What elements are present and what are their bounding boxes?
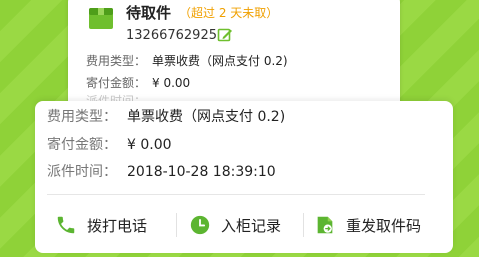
call-phone-button[interactable]: 拨打电话 bbox=[55, 207, 147, 243]
amount-row-back: 寄付金额： ¥ 0.00 bbox=[86, 74, 190, 91]
amount-label: 寄付金额： bbox=[86, 76, 147, 90]
parcel-box-icon bbox=[89, 8, 113, 29]
resend-pickup-code-label: 重发取件码 bbox=[346, 216, 422, 235]
action-separator bbox=[303, 213, 304, 237]
resend-pickup-code-button[interactable]: 重发取件码 bbox=[314, 207, 421, 243]
divider bbox=[47, 194, 425, 195]
fee-type-label: 费用类型： bbox=[47, 109, 117, 125]
amount-value: ¥ 0.00 bbox=[127, 137, 172, 153]
fee-type-row-back: 费用类型： 单票收费（网点支付 0.2) bbox=[86, 52, 288, 69]
status-title: 待取件 bbox=[126, 4, 172, 22]
resend-icon bbox=[317, 216, 333, 234]
fee-type-label: 费用类型： bbox=[86, 54, 147, 68]
locker-record-label: 入柜记录 bbox=[221, 216, 282, 235]
call-phone-label: 拨打电话 bbox=[87, 216, 148, 235]
dispatch-time-row: 派件时间： 2018-10-28 18:39:10 bbox=[47, 161, 276, 181]
phone-number: 13266762925 bbox=[126, 28, 217, 43]
fee-type-value: 单票收费（网点支付 0.2) bbox=[127, 109, 286, 125]
phone-icon bbox=[57, 216, 75, 234]
amount-value: ¥ 0.00 bbox=[152, 76, 191, 90]
amount-row: 寄付金额： ¥ 0.00 bbox=[47, 134, 172, 154]
overdue-note: （超过 2 天未取） bbox=[179, 6, 279, 20]
clock-icon bbox=[190, 215, 210, 235]
dispatch-time-label: 派件时间： bbox=[47, 164, 117, 180]
action-bar: 拨打电话 入柜记录 重发取件码 bbox=[35, 207, 453, 243]
action-separator bbox=[176, 213, 177, 237]
parcel-detail-card: 费用类型： 单票收费（网点支付 0.2) 寄付金额： ¥ 0.00 派件时间： 201… bbox=[35, 101, 453, 253]
dispatch-time-value: 2018-10-28 18:39:10 bbox=[127, 164, 276, 180]
locker-record-button[interactable]: 入柜记录 bbox=[189, 207, 281, 243]
fee-type-row: 费用类型： 单票收费（网点支付 0.2) bbox=[47, 106, 285, 126]
amount-label: 寄付金额： bbox=[47, 137, 117, 153]
edit-icon[interactable] bbox=[217, 27, 233, 43]
fee-type-value: 单票收费（网点支付 0.2) bbox=[152, 54, 288, 68]
